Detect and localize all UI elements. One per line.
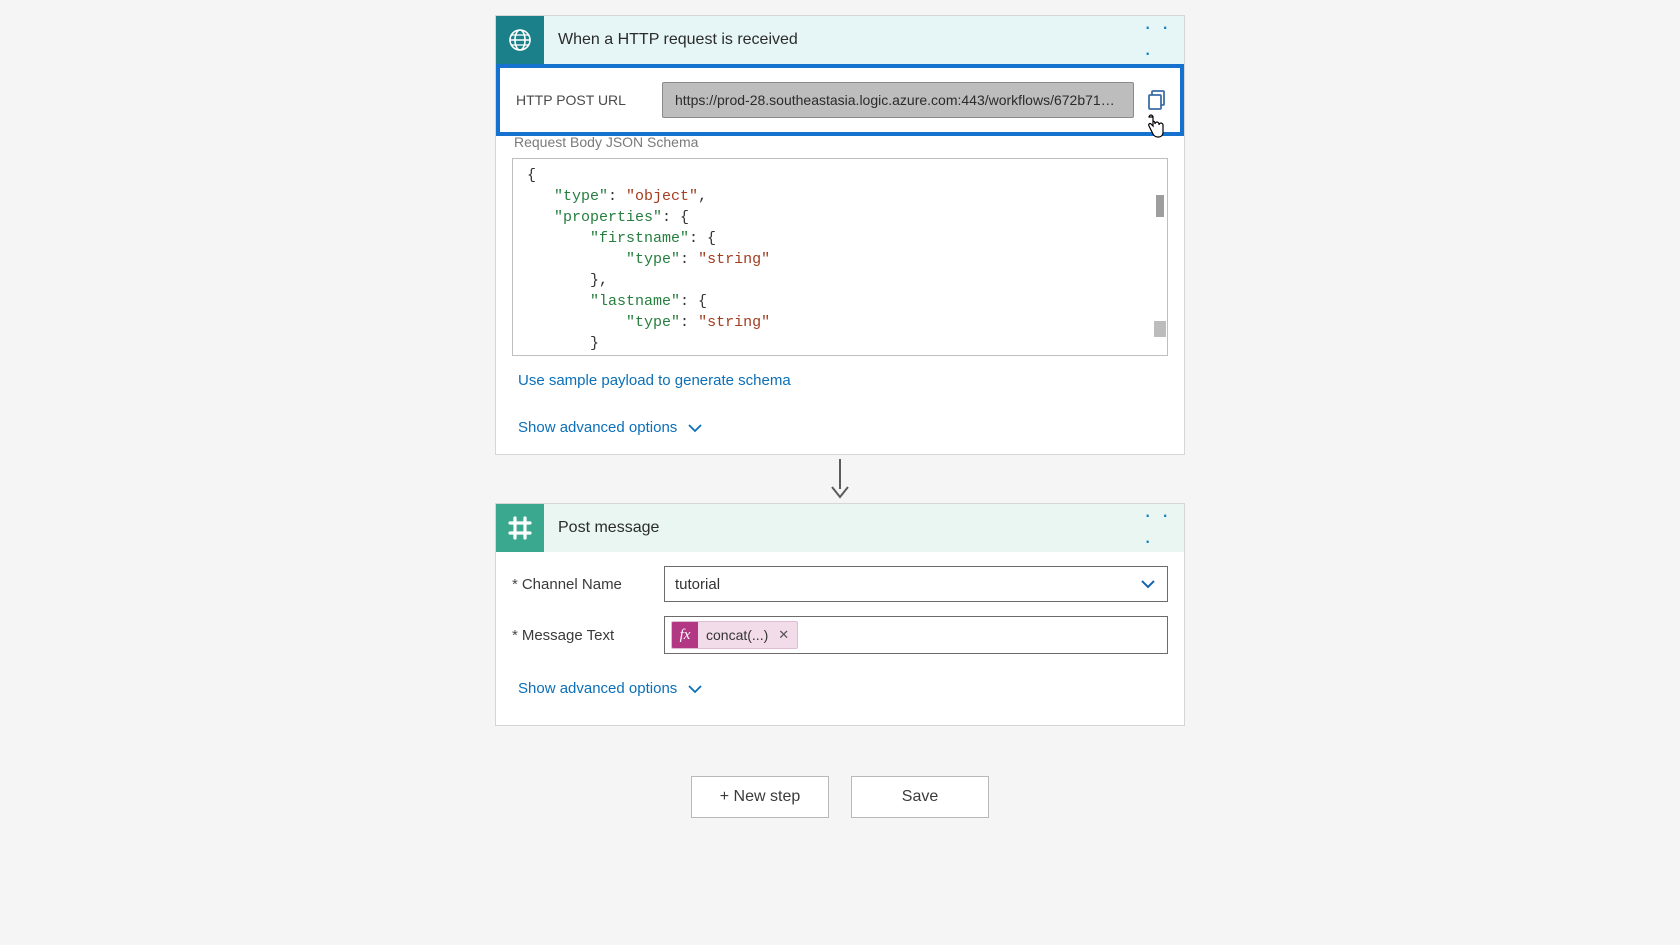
http-show-advanced-label: Show advanced options: [518, 419, 677, 436]
message-text-row: *Message Text fx concat(...) ✕: [496, 608, 1184, 660]
http-globe-icon: [496, 16, 544, 64]
save-button[interactable]: Save: [851, 776, 989, 818]
use-sample-payload-link[interactable]: Use sample payload to generate schema: [496, 366, 1184, 405]
fx-icon: fx: [672, 621, 698, 649]
arrow-down-icon: [829, 459, 851, 499]
slack-icon: [496, 504, 544, 552]
http-post-url-row: HTTP POST URL https://prod-28.southeasta…: [496, 64, 1184, 136]
channel-name-label: *Channel Name: [512, 576, 652, 593]
expression-token-label: concat(...): [698, 627, 776, 643]
json-schema-content: { "type": "object", "properties": { "fir…: [527, 165, 1143, 354]
channel-name-select[interactable]: tutorial: [664, 566, 1168, 602]
footer-actions: + New step Save: [691, 776, 989, 818]
chevron-down-icon: [687, 420, 703, 436]
slack-show-advanced-label: Show advanced options: [518, 680, 677, 697]
post-message-more-icon[interactable]: · · ·: [1144, 502, 1184, 554]
use-sample-payload-label: Use sample payload to generate schema: [518, 372, 791, 389]
post-message-card: Post message · · · *Channel Name tutoria…: [495, 503, 1185, 726]
message-text-label: *Message Text: [512, 627, 652, 644]
flow-arrow: [829, 455, 851, 503]
http-post-url-value[interactable]: https://prod-28.southeastasia.logic.azur…: [662, 82, 1134, 118]
new-step-button[interactable]: + New step: [691, 776, 829, 818]
scrollbar-thumb[interactable]: [1156, 195, 1164, 217]
chevron-down-icon: [687, 681, 703, 697]
chevron-down-icon: [1139, 575, 1157, 593]
schema-label: Request Body JSON Schema: [496, 134, 1184, 150]
http-trigger-header[interactable]: When a HTTP request is received · · ·: [496, 16, 1184, 64]
remove-token-button[interactable]: ✕: [776, 627, 797, 643]
post-message-title: Post message: [544, 519, 1144, 537]
json-schema-editor[interactable]: { "type": "object", "properties": { "fir…: [512, 158, 1168, 356]
http-trigger-title: When a HTTP request is received: [544, 31, 1144, 49]
copy-url-button[interactable]: [1144, 87, 1170, 113]
channel-name-value: tutorial: [675, 576, 720, 593]
http-post-url-label: HTTP POST URL: [512, 92, 652, 108]
slack-show-advanced-link[interactable]: Show advanced options: [496, 660, 1184, 715]
http-trigger-more-icon[interactable]: · · ·: [1144, 14, 1184, 66]
copy-icon: [1146, 89, 1168, 111]
http-trigger-card: When a HTTP request is received · · · HT…: [495, 15, 1185, 455]
message-text-input[interactable]: fx concat(...) ✕: [664, 616, 1168, 654]
post-message-header[interactable]: Post message · · ·: [496, 504, 1184, 552]
expression-token[interactable]: fx concat(...) ✕: [671, 621, 798, 649]
http-show-advanced-link[interactable]: Show advanced options: [496, 405, 1184, 454]
channel-name-row: *Channel Name tutorial: [496, 552, 1184, 608]
resize-grip[interactable]: [1154, 321, 1166, 337]
